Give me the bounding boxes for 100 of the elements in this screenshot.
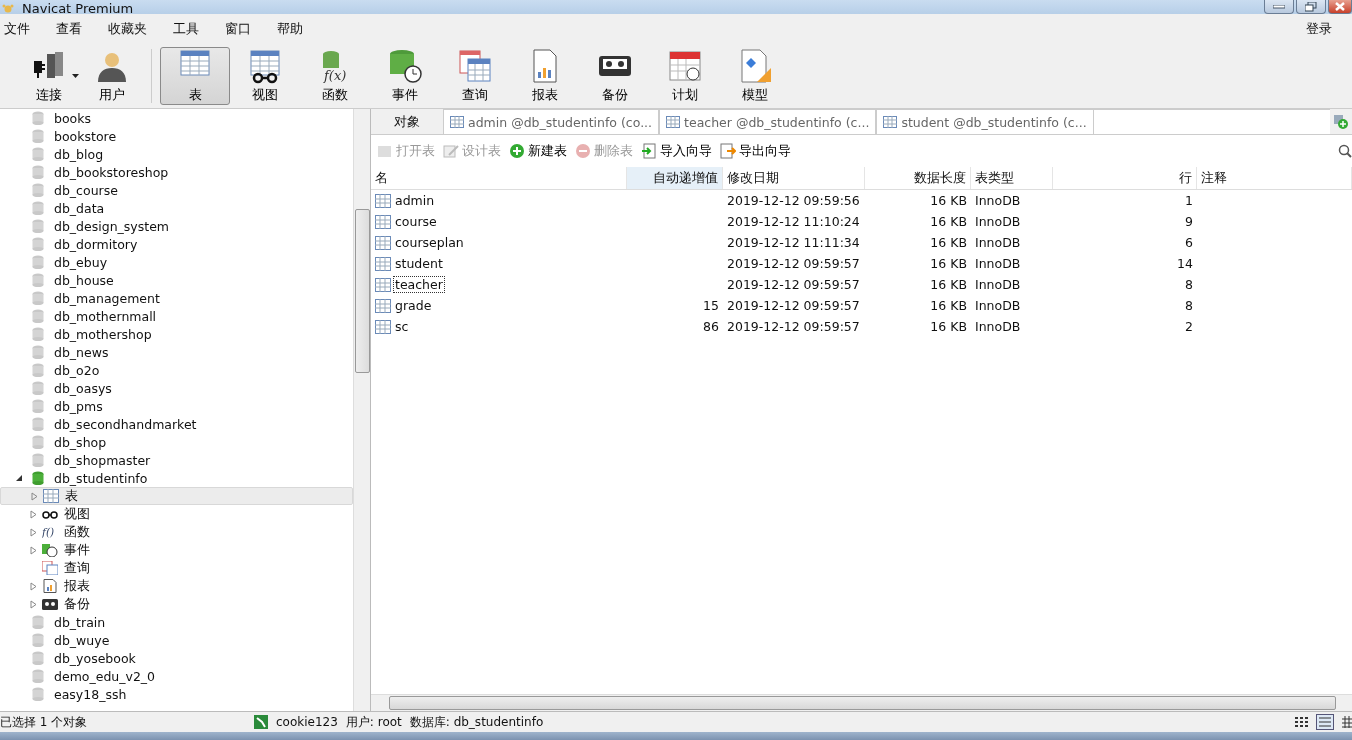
column-header[interactable]: 数据长度 — [865, 167, 971, 189]
database-item[interactable]: db_secondhandmarket — [0, 415, 353, 433]
import-table-button[interactable]: 导入向导 — [639, 142, 714, 160]
database-item[interactable]: db_house — [0, 271, 353, 289]
close-button[interactable] — [1328, 0, 1352, 14]
database-item[interactable]: easy18_ssh — [0, 685, 353, 703]
database-item[interactable]: db_mothernmall — [0, 307, 353, 325]
table-icon — [450, 116, 464, 128]
column-header[interactable]: 表类型 — [971, 167, 1053, 189]
database-icon — [32, 183, 44, 197]
action-icon — [509, 143, 525, 159]
database-item[interactable]: db_ebuy — [0, 253, 353, 271]
database-item[interactable]: db_news — [0, 343, 353, 361]
event-toolbar-button[interactable]: 事件 — [370, 47, 440, 105]
query-toolbar-button[interactable]: 查询 — [440, 47, 510, 105]
caret-icon[interactable] — [72, 74, 79, 78]
object-type-item[interactable]: 查询 — [0, 559, 353, 577]
restore-button[interactable] — [1296, 0, 1326, 14]
grid-view-icon[interactable] — [1294, 716, 1308, 728]
add-icon[interactable] — [1334, 114, 1348, 129]
column-header[interactable]: 修改日期 — [723, 167, 865, 189]
tab[interactable]: admin @db_studentinfo (co... — [443, 109, 660, 134]
object-type-item[interactable]: 事件 — [0, 541, 353, 559]
database-item[interactable]: demo_edu_v2_0 — [0, 667, 353, 685]
database-item[interactable]: db_wuye — [0, 631, 353, 649]
toolbar-icon — [667, 48, 703, 84]
column-header[interactable]: 自动递增值 — [627, 167, 723, 189]
column-header[interactable]: 行 — [1053, 167, 1197, 189]
menu-item[interactable]: 收藏夹 — [108, 20, 147, 38]
menu-item[interactable]: 查看 — [56, 20, 82, 38]
database-item[interactable]: db_pms — [0, 397, 353, 415]
backup-toolbar-button[interactable]: 备份 — [580, 47, 650, 105]
menu-item[interactable]: 窗口 — [225, 20, 251, 38]
object-type-item[interactable]: 报表 — [0, 577, 353, 595]
view-toolbar-button[interactable]: 视图 — [230, 47, 300, 105]
table-name[interactable]: admin — [393, 192, 437, 209]
table-cell-text: InnoDB — [974, 277, 1022, 292]
database-item[interactable]: db_mothershop — [0, 325, 353, 343]
function-toolbar-button[interactable]: f(x) 函数 — [300, 47, 370, 105]
table-cell-text: 16 KB — [929, 193, 968, 208]
database-item[interactable]: db_shop — [0, 433, 353, 451]
table-cell-text: 86 — [702, 319, 720, 334]
table-cell-text: InnoDB — [974, 319, 1022, 334]
vertical-scrollbar[interactable] — [353, 109, 370, 711]
table-cell-text: 2019-12-12 09:59:57 — [726, 256, 861, 271]
database-item[interactable]: db_train — [0, 613, 353, 631]
database-item[interactable]: db_data — [0, 199, 353, 217]
table-name[interactable]: teacher — [393, 276, 445, 293]
export-table-button[interactable]: 导出向导 — [718, 142, 793, 160]
database-item[interactable]: db_yosebook — [0, 649, 353, 667]
action-icon — [575, 143, 591, 159]
database-item[interactable]: db_studentinfo — [0, 469, 353, 487]
action-icon — [641, 143, 657, 159]
table-name[interactable]: sc — [393, 318, 411, 335]
table-cell-text: 8 — [1184, 277, 1194, 292]
database-icon — [32, 381, 44, 395]
object-type-item[interactable]: f() 函数 — [0, 523, 353, 541]
new-table-button[interactable]: 新建表 — [507, 142, 569, 160]
database-item[interactable]: db_management — [0, 289, 353, 307]
object-type-item[interactable]: 视图 — [0, 505, 353, 523]
table-name[interactable]: grade — [393, 297, 434, 314]
database-item[interactable]: db_shopmaster — [0, 451, 353, 469]
detail-view-icon[interactable] — [1342, 716, 1352, 728]
table-cell-text: InnoDB — [974, 214, 1022, 229]
database-icon — [32, 669, 44, 683]
table-cell-text: 16 KB — [929, 256, 968, 271]
table-icon — [375, 319, 391, 334]
horizontal-scrollbar[interactable] — [371, 694, 1352, 711]
list-view-icon[interactable] — [1316, 714, 1334, 730]
model-toolbar-button[interactable]: 模型 — [720, 47, 790, 105]
minimize-button[interactable] — [1264, 0, 1294, 14]
table-cell-text: 2019-12-12 11:11:34 — [726, 235, 861, 250]
menu-item[interactable]: 帮助 — [277, 20, 303, 38]
database-item[interactable]: db_dormitory — [0, 235, 353, 253]
menu-item[interactable]: 文件 — [4, 20, 30, 38]
schedule-toolbar-button[interactable]: 计划 — [650, 47, 720, 105]
menu-item[interactable]: 工具 — [173, 20, 199, 38]
search-icon[interactable] — [1338, 144, 1352, 158]
tab[interactable]: student @db_studentinfo (c... — [876, 109, 1094, 134]
paw-icon — [2, 3, 14, 13]
database-item[interactable]: db_o2o — [0, 361, 353, 379]
database-item[interactable]: db_oasys — [0, 379, 353, 397]
object-type-item[interactable]: 备份 — [0, 595, 353, 613]
table-name[interactable]: student — [393, 255, 445, 272]
database-item[interactable]: db_course — [0, 181, 353, 199]
report-toolbar-button[interactable]: 报表 — [510, 47, 580, 105]
table-name[interactable]: courseplan — [393, 234, 466, 251]
database-item[interactable]: books — [0, 109, 353, 127]
table-icon — [375, 256, 391, 271]
database-item[interactable]: bookstore — [0, 127, 353, 145]
table-name[interactable]: course — [393, 213, 439, 230]
tab[interactable]: teacher @db_studentinfo (c... — [659, 109, 877, 134]
object-type-item[interactable]: 表 — [0, 487, 353, 505]
login-link[interactable]: 登录 — [1306, 20, 1332, 38]
database-item[interactable]: db_blog — [0, 145, 353, 163]
database-item[interactable]: db_design_system — [0, 217, 353, 235]
column-header[interactable]: 注释 — [1197, 167, 1352, 189]
database-item[interactable]: db_bookstoreshop — [0, 163, 353, 181]
table-toolbar-button[interactable]: 表 — [160, 47, 230, 105]
toolbar-icon — [457, 48, 493, 84]
